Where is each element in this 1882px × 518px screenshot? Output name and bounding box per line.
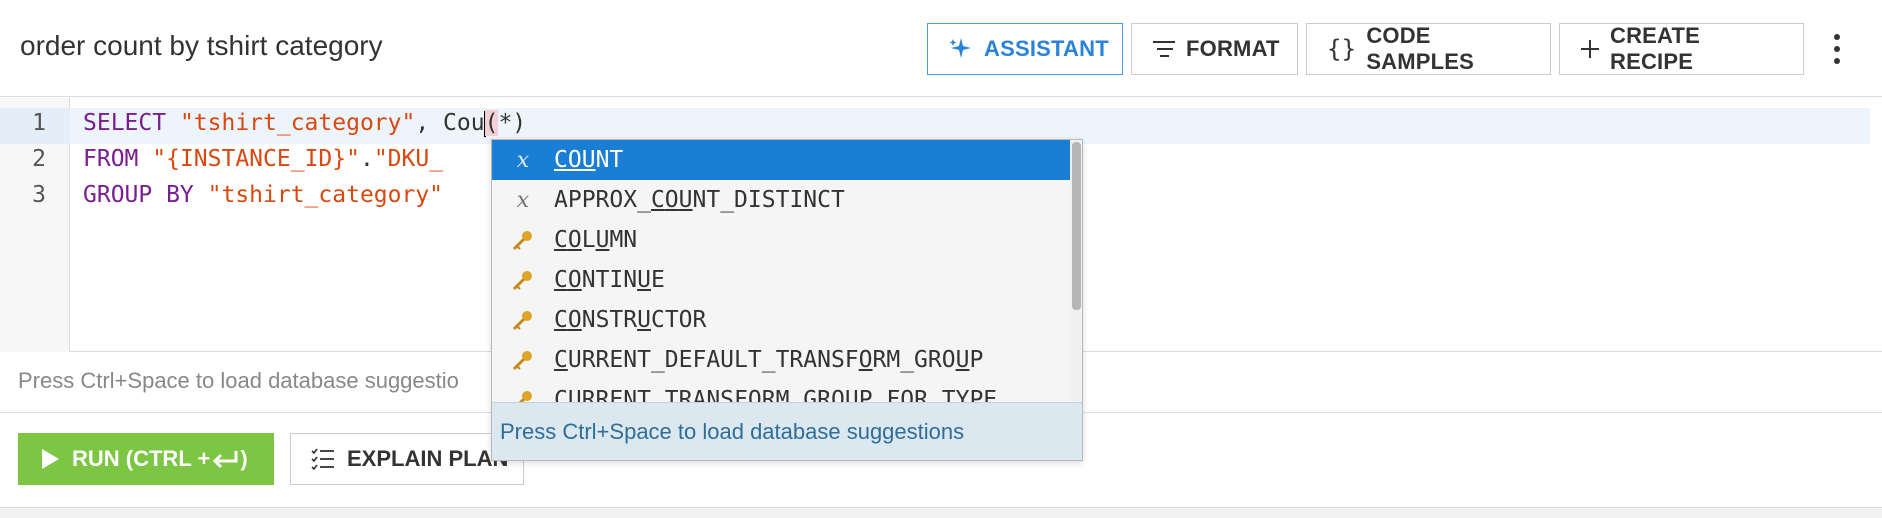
sql-keyword: SELECT	[83, 110, 180, 136]
autocomplete-item-label: APPROX_COUNT_DISTINCT	[554, 187, 845, 213]
code-line-1[interactable]: SELECT "tshirt_category", Cou(*)	[83, 110, 526, 137]
autocomplete-item[interactable]: CONTINUE	[492, 260, 1070, 300]
sql-keyword: FROM	[83, 146, 153, 172]
enter-key-icon	[212, 449, 240, 469]
sql-text: *)	[498, 110, 527, 136]
line-number: 2	[32, 146, 46, 172]
create-recipe-button[interactable]: CREATE RECIPE	[1559, 23, 1804, 75]
autocomplete-item-label: COUNT	[554, 147, 624, 173]
run-button[interactable]: RUN (CTRL + )	[18, 433, 274, 485]
query-header: order count by tshirt category ASSISTANT…	[0, 0, 1882, 97]
code-line-3[interactable]: GROUP BY "tshirt_category"	[83, 182, 443, 208]
autocomplete-item-label: CURRENT_DEFAULT_TRANSFORM_GROUP	[554, 347, 984, 373]
create-recipe-label: CREATE RECIPE	[1610, 23, 1701, 74]
autocomplete-item-label: CONTINUE	[554, 267, 665, 293]
explain-plan-button[interactable]: EXPLAIN PLAN	[290, 433, 524, 485]
code-line-2[interactable]: FROM "{INSTANCE_ID}"."DKU_	[83, 146, 443, 172]
format-label: FORMAT	[1186, 36, 1280, 61]
code-samples-button[interactable]: {} CODE SAMPLES	[1306, 23, 1551, 75]
autocomplete-scroll-thumb[interactable]	[1072, 142, 1081, 310]
autocomplete-item[interactable]: COLUMN	[492, 220, 1070, 260]
autocomplete-item[interactable]: x APPROX_COUNT_DISTINCT	[492, 180, 1070, 220]
sql-string: "DKU_	[373, 146, 444, 172]
matched-paren: (	[484, 110, 499, 136]
assistant-button[interactable]: ASSISTANT	[927, 23, 1123, 75]
plus-icon	[1580, 39, 1600, 59]
explain-plan-label: EXPLAIN PLAN	[347, 446, 509, 471]
checklist-icon	[311, 448, 335, 470]
line-number: 1	[32, 110, 46, 136]
play-icon	[40, 448, 60, 470]
run-label-close: )	[240, 446, 248, 471]
autocomplete-item[interactable]: x COUNT	[492, 140, 1070, 180]
sql-text: , Cou	[415, 110, 485, 136]
format-button[interactable]: FORMAT	[1131, 23, 1298, 75]
key-icon	[492, 309, 554, 331]
kebab-menu-icon[interactable]	[1826, 30, 1848, 68]
autocomplete-item[interactable]: CONSTRUCTOR	[492, 300, 1070, 340]
sql-text: .	[359, 146, 374, 172]
format-lines-icon	[1152, 39, 1176, 59]
key-icon	[492, 389, 554, 402]
sql-keyword: GROUP BY	[83, 182, 208, 208]
key-icon	[492, 269, 554, 291]
autocomplete-item-label: COLUMN	[554, 227, 638, 253]
autocomplete-item[interactable]: CURRENT_TRANSFORM_GROUP_FOR_TYPE	[492, 380, 1070, 402]
key-icon	[492, 349, 554, 371]
sql-string: "tshirt_category"	[179, 110, 416, 136]
page-title[interactable]: order count by tshirt category	[20, 30, 383, 62]
braces-icon: {}	[1327, 35, 1357, 63]
code-samples-label: CODE SAMPLES	[1366, 23, 1475, 74]
run-label: RUN (CTRL +	[72, 446, 211, 471]
sql-string: "{INSTANCE_ID}"	[152, 146, 360, 172]
function-x-icon: x	[516, 147, 530, 173]
key-icon	[492, 229, 554, 251]
assistant-label: ASSISTANT	[984, 36, 1109, 61]
function-x-icon: x	[516, 187, 530, 213]
autocomplete-list[interactable]: x COUNT x APPROX_COUNT_DISTINCT COLUMN C…	[492, 140, 1070, 402]
autocomplete-footer-hint: Press Ctrl+Space to load database sugges…	[492, 402, 1082, 460]
autocomplete-item-label: CURRENT_TRANSFORM_GROUP_FOR_TYPE	[554, 387, 998, 402]
autocomplete-popup[interactable]: x COUNT x APPROX_COUNT_DISTINCT COLUMN C…	[491, 139, 1083, 461]
results-panel-edge	[0, 507, 1882, 518]
autocomplete-item-label: CONSTRUCTOR	[554, 307, 707, 333]
sql-string: "tshirt_category"	[207, 182, 444, 208]
sparkle-icon	[948, 36, 974, 62]
database-suggestions-hint: Press Ctrl+Space to load database sugges…	[18, 368, 459, 393]
line-number: 3	[32, 182, 46, 208]
autocomplete-item[interactable]: CURRENT_DEFAULT_TRANSFORM_GROUP	[492, 340, 1070, 380]
